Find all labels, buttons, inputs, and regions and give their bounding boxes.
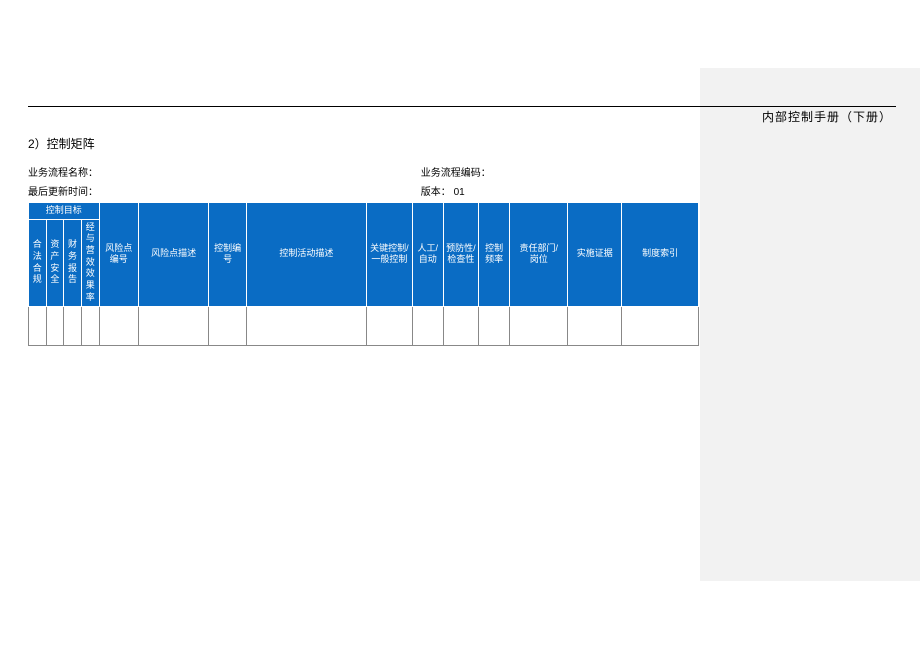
- th-efficiency: 经与营效效果率: [81, 219, 99, 306]
- version-value: 01: [454, 187, 465, 198]
- th-evidence: 实施证据: [568, 203, 622, 307]
- cell-evidence: [568, 306, 622, 345]
- th-frequency: 控制 频率: [479, 203, 510, 307]
- th-manual-auto: 人工/ 自动: [412, 203, 443, 307]
- th-control-desc: 控制活动描述: [246, 203, 366, 307]
- meta-row-2: 最后更新时间： 版本： 01: [28, 183, 896, 198]
- cell-dept: [510, 306, 568, 345]
- th-control-objective: 控制目标: [29, 203, 100, 220]
- cell-risk-no: [99, 306, 138, 345]
- cell-risk-desc: [138, 306, 209, 345]
- title-underline: [28, 106, 896, 107]
- process-name-label: 业务流程名称：: [28, 164, 98, 179]
- cell-financial-report: [64, 306, 82, 345]
- cell-efficiency: [81, 306, 99, 345]
- th-risk-no: 风险点编号: [99, 203, 138, 307]
- version-label: 版本：: [421, 183, 451, 198]
- cell-manual: [412, 306, 443, 345]
- cell-control-desc: [246, 306, 366, 345]
- th-financial-report: 财务报告: [64, 219, 82, 306]
- th-key-control: 关键控制/ 一般控制: [367, 203, 413, 307]
- th-department: 责任部门/ 岗位: [510, 203, 568, 307]
- update-time-label: 最后更新时间：: [28, 183, 98, 198]
- th-risk-desc: 风险点描述: [138, 203, 209, 307]
- cell-control-no: [209, 306, 246, 345]
- th-preventive: 预防性/ 检查性: [443, 203, 478, 307]
- cell-preventive: [443, 306, 478, 345]
- cell-freq: [479, 306, 510, 345]
- table-row: [29, 306, 699, 345]
- meta-row-1: 业务流程名称： 业务流程编码：: [28, 164, 896, 179]
- cell-compliance: [29, 306, 47, 345]
- section-title: 2）控制矩阵: [28, 135, 896, 152]
- cell-asset-safety: [46, 306, 64, 345]
- th-system-index: 制度索引: [622, 203, 699, 307]
- control-matrix-table: 控制目标 风险点编号 风险点描述 控制编号 控制活动描述 关键控制/ 一般控制 …: [28, 202, 699, 346]
- cell-system-index: [622, 306, 699, 345]
- cell-key-control: [367, 306, 413, 345]
- th-asset-safety: 资产安全: [46, 219, 64, 306]
- process-code-label: 业务流程编码：: [421, 164, 491, 179]
- th-compliance: 合法合规: [29, 219, 47, 306]
- book-title: 内部控制手册（下册）: [762, 108, 892, 125]
- th-control-no: 控制编号: [209, 203, 246, 307]
